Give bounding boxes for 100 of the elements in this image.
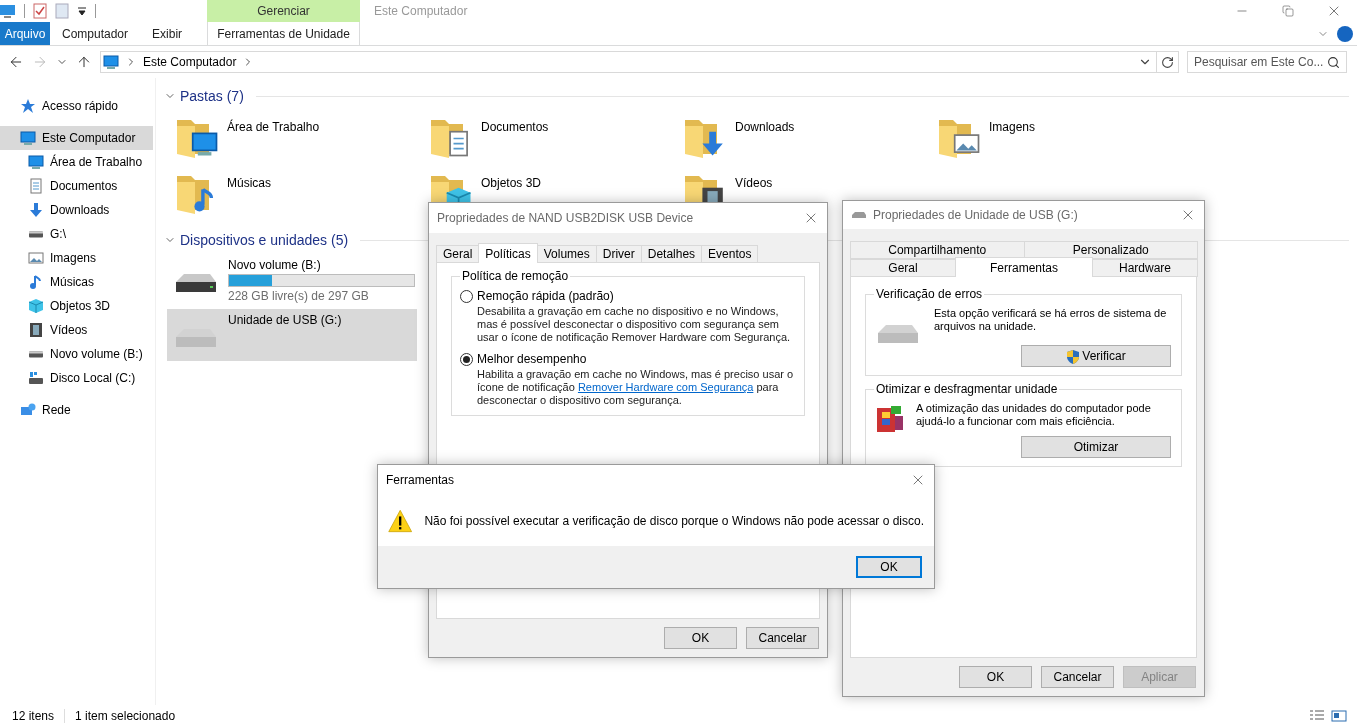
drive-icon (28, 370, 44, 386)
sidebar-item[interactable]: Downloads (0, 198, 153, 222)
drive-name: Unidade de USB (G:) (228, 313, 343, 327)
option-description: Habilita a gravação em cache no Windows, mas é preciso usar o ícone de notificação Remover Hardware com Segurança para desconectar o dispositivo com segurança. (477, 368, 794, 407)
search-icon (1327, 55, 1340, 69)
folder-item[interactable]: Músicas (167, 166, 417, 218)
radio-button[interactable] (460, 352, 473, 366)
refresh-icon[interactable] (1161, 55, 1174, 69)
dialog-button[interactable]: OK (959, 666, 1032, 688)
help-icon[interactable] (1337, 25, 1353, 42)
cube-icon (28, 298, 44, 314)
down-arrow-icon (28, 202, 44, 218)
sidebar-item[interactable]: Acesso rápido (0, 94, 153, 118)
action-button[interactable]: Verificar (1021, 345, 1171, 367)
group-title: Otimizar e desfragmentar unidade (875, 382, 1059, 396)
drive-icon (176, 274, 216, 292)
desktop-icon (28, 154, 44, 170)
tab[interactable]: Hardware (1092, 259, 1198, 277)
restore-icon[interactable] (1282, 5, 1294, 17)
section-title: Pastas (7) (180, 88, 244, 104)
sidebar-item[interactable]: Disco Local (C:) (0, 366, 153, 390)
message-text: Não foi possível executar a verificação de disco porque o Windows não pode acessar o disco. (424, 513, 924, 528)
option-description: Desabilita a gravação em cache no dispositivo e no Windows, mas é possível desconectar o dispositivo com segurança sem usar o ícone de notificação Remover Hardware com Segurança. (477, 305, 792, 344)
drive-icon (29, 230, 43, 238)
drive-icon (851, 211, 867, 219)
shield-icon (1066, 348, 1081, 364)
tiles-view-icon[interactable] (1331, 709, 1347, 723)
folder-name: Área de Trabalho (227, 118, 320, 134)
free-space-text: 228 GB livre(s) de 297 GB (228, 289, 370, 303)
sidebar-item[interactable]: Músicas (0, 270, 153, 294)
drive-item[interactable]: Unidade de USB (G:) (167, 309, 417, 361)
folder-name: Documentos (481, 119, 549, 134)
folder-name: Imagens (989, 119, 1036, 134)
details-view-icon[interactable] (1309, 709, 1325, 723)
tab[interactable]: Políticas (478, 243, 538, 263)
window-title: Este Computador (373, 3, 469, 20)
back-icon[interactable] (8, 54, 24, 70)
address-bar[interactable]: Este Computador (100, 51, 1179, 73)
sidebar-item[interactable]: Novo volume (B:) (0, 342, 153, 366)
dialog-button[interactable]: Cancelar (1041, 666, 1114, 688)
option-label: Remoção rápida (padrão) (477, 289, 614, 303)
dialog-button[interactable]: OK (664, 627, 737, 649)
folder-item[interactable]: Área de Trabalho (167, 110, 417, 162)
sidebar-item[interactable]: Rede (0, 398, 153, 422)
folder-item[interactable]: Documentos (421, 110, 671, 162)
dialog-title: Propriedades de Unidade de USB (G:) (873, 208, 1079, 222)
sidebar-item[interactable]: Imagens (0, 246, 153, 270)
selection-count: 1 item selecionado (75, 709, 177, 723)
up-icon[interactable] (76, 54, 92, 70)
group-title: Política de remoção (461, 269, 570, 283)
computer-icon (103, 54, 119, 70)
picture-icon (28, 250, 44, 266)
drive-item[interactable]: Novo volume (B:) 228 GB livre(s) de 297 GB (167, 254, 417, 306)
tab[interactable]: Geral (436, 245, 480, 263)
sidebar-item[interactable]: Documentos (0, 174, 153, 198)
action-button[interactable]: Otimizar (1021, 436, 1171, 458)
radio-button[interactable] (460, 289, 473, 303)
item-count: 12 itens (12, 709, 56, 723)
computer-icon[interactable] (0, 4, 16, 18)
ribbon-tab[interactable]: Exibir (140, 22, 195, 45)
breadcrumb-item[interactable]: Este Computador (143, 55, 237, 69)
dialog-title: Propriedades de NAND USB2DISK USB Device (437, 211, 695, 225)
tab[interactable]: Personalizado (1023, 241, 1198, 259)
drive-icon (176, 329, 216, 347)
ribbon-tab[interactable]: Arquivo (0, 22, 50, 45)
section-title: Dispositivos e unidades (5) (180, 232, 349, 248)
dialog-button[interactable]: OK (856, 556, 922, 578)
dialog-button[interactable]: Cancelar (746, 627, 819, 649)
folder-name: Objetos 3D (481, 175, 542, 190)
tab[interactable]: Geral (850, 259, 956, 277)
film-icon (28, 322, 44, 338)
search-field[interactable]: Pesquisar em Este Co... (1187, 51, 1347, 73)
tab[interactable]: Eventos (701, 245, 759, 263)
folder-item[interactable]: Downloads (675, 110, 925, 162)
group-description: Esta opção verificará se há erros de sistema de arquivos na unidade. (934, 307, 1168, 333)
option-label: Melhor desempenho (477, 352, 587, 366)
tab[interactable]: Ferramentas (954, 257, 1094, 277)
ribbon-tab[interactable]: Computador (50, 22, 141, 45)
checklist-icon[interactable] (33, 3, 47, 19)
star-icon (20, 98, 36, 114)
sidebar-item[interactable]: Objetos 3D (0, 294, 153, 318)
sidebar-item[interactable]: Vídeos (0, 318, 153, 342)
tab[interactable]: Compartilhamento (850, 241, 1025, 259)
music-note-icon (28, 274, 44, 290)
folder-name: Músicas (227, 175, 271, 190)
computer-icon (20, 130, 36, 146)
group-description: A otimização das unidades do computador pode ajudá-lo a funcionar com mais eficiência. (916, 402, 1152, 428)
drive-icon (29, 350, 43, 358)
sidebar-item[interactable]: G:\ (0, 222, 153, 246)
link[interactable]: Remover Hardware com Segurança (577, 381, 754, 393)
document-icon (28, 178, 44, 194)
sidebar-item[interactable]: Área de Trabalho (0, 150, 153, 174)
folder-item[interactable]: Imagens (929, 110, 1179, 162)
caret-icon[interactable] (77, 6, 87, 16)
ribbon-tab[interactable]: Ferramentas de Unidade (207, 22, 360, 45)
sidebar-item[interactable]: Este Computador (0, 126, 153, 150)
drive-name: Novo volume (B:) (228, 258, 322, 272)
folder-name: Downloads (735, 119, 795, 134)
group-title: Verificação de erros (875, 287, 984, 301)
folder-name: Vídeos (735, 175, 773, 190)
